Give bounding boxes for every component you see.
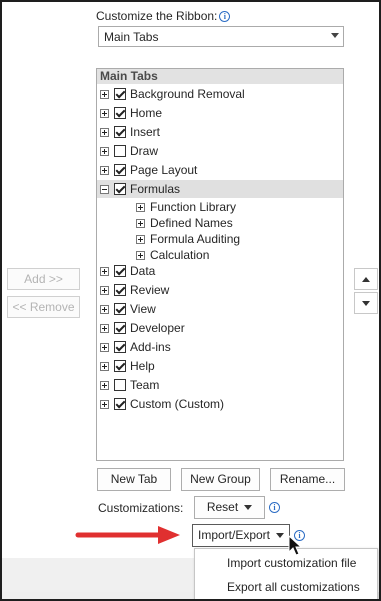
tree-item-label: Custom (Custom) bbox=[130, 397, 225, 411]
move-down-icon bbox=[362, 300, 370, 306]
customizations-label: Customizations: bbox=[98, 501, 184, 515]
expand-icon[interactable] bbox=[100, 285, 109, 295]
tree-subitem-function-library[interactable]: Function Library bbox=[136, 199, 336, 215]
info-icon[interactable]: i bbox=[219, 10, 231, 22]
tree-subitem-formula-auditing[interactable]: Formula Auditing bbox=[136, 231, 336, 247]
add-button[interactable]: Add >> bbox=[7, 268, 80, 290]
tree-item-label: Background Removal bbox=[130, 87, 245, 101]
rename-button[interactable]: Rename... bbox=[270, 468, 345, 491]
ribbon-tree[interactable]: Main Tabs Background Removal Home Insert… bbox=[96, 68, 344, 461]
tree-item-label: Home bbox=[130, 106, 163, 120]
import-export-button[interactable]: Import/Export bbox=[192, 524, 290, 547]
tree-item-label: Calculation bbox=[150, 248, 210, 262]
checkbox[interactable] bbox=[114, 107, 126, 119]
expand-icon[interactable] bbox=[136, 218, 145, 228]
collapse-icon[interactable] bbox=[100, 184, 109, 194]
checkbox[interactable] bbox=[114, 126, 126, 138]
tree-item-view[interactable]: View bbox=[100, 300, 343, 318]
tree-item-insert[interactable]: Insert bbox=[100, 123, 343, 141]
expand-icon[interactable] bbox=[100, 323, 109, 333]
tree-item-draw[interactable]: Draw bbox=[100, 142, 343, 160]
mouse-pointer-icon bbox=[288, 535, 303, 556]
checkbox[interactable] bbox=[114, 303, 126, 315]
info-icon[interactable]: i bbox=[269, 502, 280, 513]
tree-item-label: Formulas bbox=[130, 182, 181, 196]
expand-icon[interactable] bbox=[100, 342, 109, 352]
expand-icon[interactable] bbox=[100, 146, 109, 156]
import-export-button-label: Import/Export bbox=[197, 528, 271, 542]
checkbox[interactable] bbox=[114, 284, 126, 296]
tree-item-label: Defined Names bbox=[150, 216, 233, 230]
tree-item-label: Help bbox=[130, 359, 155, 373]
tree-item-page-layout[interactable]: Page Layout bbox=[100, 161, 343, 179]
expand-icon[interactable] bbox=[100, 89, 109, 99]
import-customization-file-item[interactable]: Import customization file bbox=[195, 551, 377, 575]
checkbox[interactable] bbox=[114, 379, 126, 391]
tree-subitem-defined-names[interactable]: Defined Names bbox=[136, 215, 336, 231]
customize-ribbon-label: Customize the Ribbon: i bbox=[96, 9, 231, 23]
tree-item-label: Formula Auditing bbox=[150, 232, 241, 246]
move-up-button[interactable] bbox=[354, 268, 378, 290]
checkbox[interactable] bbox=[114, 398, 126, 410]
annotation-arrow bbox=[75, 526, 180, 544]
reset-button[interactable]: Reset bbox=[194, 496, 265, 519]
expand-icon[interactable] bbox=[100, 399, 109, 409]
tree-item-review[interactable]: Review bbox=[100, 281, 343, 299]
expand-icon[interactable] bbox=[136, 250, 145, 260]
tree-item-label: Review bbox=[130, 283, 170, 297]
tree-item-label: Insert bbox=[130, 125, 161, 139]
tree-item-label: Function Library bbox=[150, 200, 237, 214]
checkbox[interactable] bbox=[114, 265, 126, 277]
tree-item-label: Page Layout bbox=[130, 163, 198, 177]
checkbox[interactable] bbox=[114, 183, 126, 195]
expand-icon[interactable] bbox=[100, 165, 109, 175]
expand-icon[interactable] bbox=[100, 380, 109, 390]
tree-item-background-removal[interactable]: Background Removal bbox=[100, 85, 343, 103]
move-down-button[interactable] bbox=[354, 292, 378, 314]
import-export-menu: Import customization file Export all cus… bbox=[194, 548, 378, 599]
tree-item-formulas[interactable]: Formulas bbox=[97, 180, 343, 198]
chevron-down-icon bbox=[276, 533, 285, 538]
expand-icon[interactable] bbox=[100, 108, 109, 118]
expand-icon[interactable] bbox=[136, 202, 145, 212]
tree-item-home[interactable]: Home bbox=[100, 104, 343, 122]
tree-item-developer[interactable]: Developer bbox=[100, 319, 343, 337]
chevron-down-icon bbox=[331, 33, 339, 38]
checkbox[interactable] bbox=[114, 360, 126, 372]
tree-item-team[interactable]: Team bbox=[100, 376, 343, 394]
tree-item-data[interactable]: Data bbox=[100, 262, 343, 280]
tree-item-custom[interactable]: Custom (Custom) bbox=[100, 395, 343, 413]
tree-item-help[interactable]: Help bbox=[100, 357, 343, 375]
checkbox[interactable] bbox=[114, 164, 126, 176]
tree-subitem-calculation[interactable]: Calculation bbox=[136, 247, 336, 263]
ribbon-tabs-dropdown[interactable]: Main Tabs bbox=[98, 26, 344, 47]
remove-button[interactable]: << Remove bbox=[7, 296, 80, 318]
tree-item-label: View bbox=[130, 302, 156, 316]
chevron-down-icon bbox=[244, 505, 253, 510]
checkbox[interactable] bbox=[114, 88, 126, 100]
checkbox[interactable] bbox=[114, 341, 126, 353]
expand-icon[interactable] bbox=[100, 361, 109, 371]
export-all-customizations-item[interactable]: Export all customizations bbox=[195, 575, 377, 599]
tree-item-label: Team bbox=[130, 378, 160, 392]
customize-ribbon-panel: Customize the Ribbon: i Main Tabs Add >>… bbox=[0, 0, 381, 601]
tree-item-label: Data bbox=[130, 264, 156, 278]
tree-header: Main Tabs bbox=[97, 69, 343, 84]
move-up-icon bbox=[362, 276, 370, 282]
expand-icon[interactable] bbox=[100, 127, 109, 137]
checkbox[interactable] bbox=[114, 322, 126, 334]
reset-button-label: Reset bbox=[206, 500, 239, 514]
ribbon-tabs-dropdown-value: Main Tabs bbox=[104, 29, 159, 44]
checkbox[interactable] bbox=[114, 145, 126, 157]
tree-item-label: Add-ins bbox=[130, 340, 171, 354]
tree-item-add-ins[interactable]: Add-ins bbox=[100, 338, 343, 356]
expand-icon[interactable] bbox=[100, 266, 109, 276]
expand-icon[interactable] bbox=[100, 304, 109, 314]
expand-icon[interactable] bbox=[136, 234, 145, 244]
new-tab-button[interactable]: New Tab bbox=[97, 468, 171, 491]
new-group-button[interactable]: New Group bbox=[181, 468, 260, 491]
tree-item-label: Draw bbox=[130, 144, 159, 158]
tree-item-label: Developer bbox=[130, 321, 185, 335]
